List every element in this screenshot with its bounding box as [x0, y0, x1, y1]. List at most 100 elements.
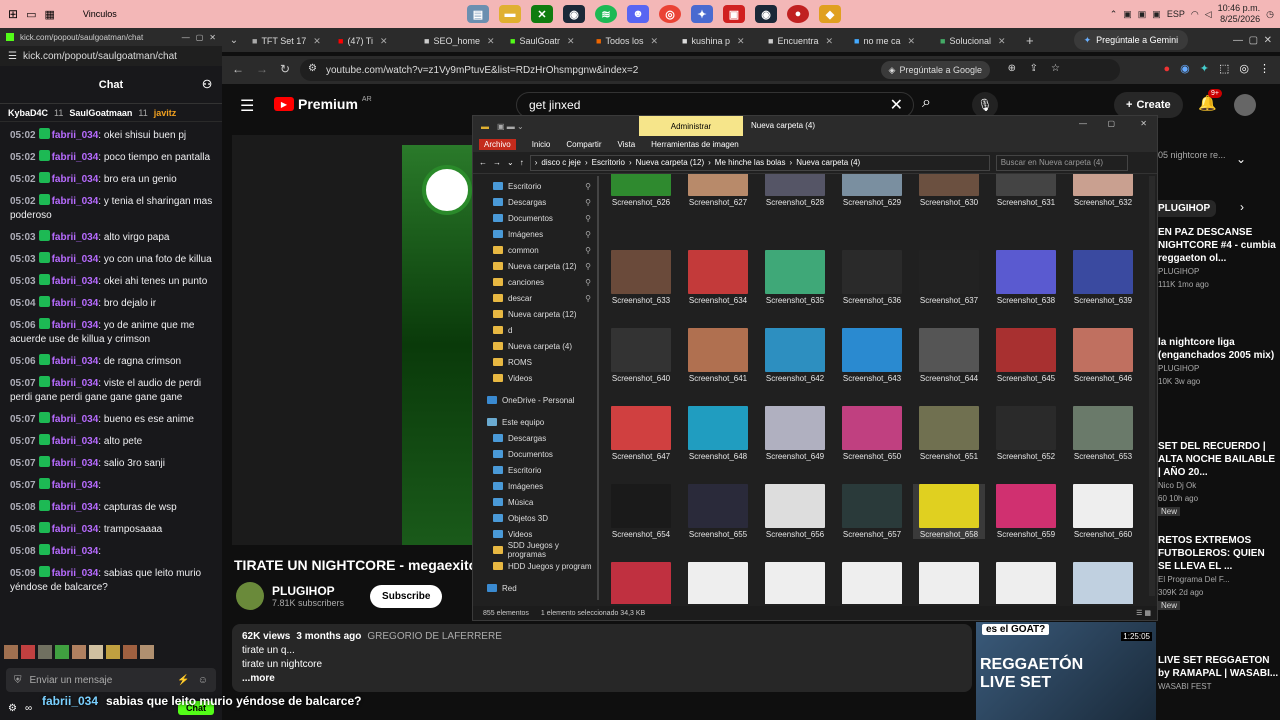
- folder-app-icon[interactable]: ▬: [499, 5, 521, 23]
- nav-item[interactable]: d: [473, 322, 597, 338]
- viewer-name[interactable]: KybaD4C: [8, 108, 48, 118]
- file-thumbnail[interactable]: Screenshot_628: [759, 174, 831, 207]
- emote[interactable]: [21, 645, 35, 659]
- tray-icon[interactable]: ▣: [1138, 9, 1147, 20]
- minimize-icon[interactable]: —: [182, 33, 190, 42]
- nav-item[interactable]: Este equipo: [473, 414, 597, 430]
- emoji-icon[interactable]: ☺: [198, 675, 208, 686]
- message-user[interactable]: fabrii_034: [52, 174, 99, 185]
- recommendation-thumbnail[interactable]: es el GOAT? 1:25:05 REGGAETÓN LIVE SET: [976, 622, 1156, 720]
- chat-input-box[interactable]: ⛨ Enviar un mensaje ⚡ ☺: [6, 668, 216, 692]
- subscribe-button[interactable]: Subscribe: [370, 584, 443, 608]
- message-user[interactable]: fabrii_034: [52, 502, 99, 513]
- recommendation-item[interactable]: EN PAZ DESCANSE NIGHTCORE #4 - cumbia re…: [1158, 226, 1280, 291]
- nav-item[interactable]: Documentos ⚲: [473, 210, 597, 226]
- commands-icon[interactable]: ⚡: [177, 675, 189, 686]
- nav-item[interactable]: Nueva carpeta (12) ⚲: [473, 258, 597, 274]
- file-thumbnail[interactable]: Screenshot_654: [605, 484, 677, 539]
- nav-item[interactable]: Escritorio: [473, 462, 597, 478]
- recommendation-item[interactable]: SET DEL RECUERDO | ALTA NOCHE BAILABLE |…: [1158, 440, 1280, 518]
- tray-icon[interactable]: ▣: [1152, 9, 1161, 20]
- search-icon[interactable]: ⌕: [922, 94, 931, 112]
- file-thumbnail[interactable]: Screenshot_634: [682, 250, 754, 305]
- file-thumbnail[interactable]: Screenshot_661: [605, 562, 677, 604]
- tab-close-icon[interactable]: ✕: [737, 36, 745, 47]
- discord-app-icon[interactable]: ☻: [627, 5, 649, 23]
- browser-tab[interactable]: ■ Solucional ✕: [934, 30, 1020, 52]
- explorer-search[interactable]: Buscar en Nueva carpeta (4): [995, 154, 1128, 171]
- tab-close-icon[interactable]: ✕: [487, 36, 495, 47]
- file-thumbnail[interactable]: Screenshot_657: [836, 484, 908, 539]
- nav-item[interactable]: Descargas ⚲: [473, 194, 597, 210]
- message-user[interactable]: fabrii_034: [52, 276, 99, 287]
- pin-icon[interactable]: ⚲: [585, 182, 591, 191]
- description-box[interactable]: 62K views 3 months ago GREGORIO DE LAFER…: [232, 624, 972, 692]
- extension-icon[interactable]: ◉: [1180, 62, 1190, 75]
- site-info-icon[interactable]: ☰: [8, 51, 17, 62]
- ribbon-tab[interactable]: Archivo: [479, 138, 516, 150]
- close-icon[interactable]: ✕: [209, 33, 216, 42]
- recommendation-item[interactable]: la nightcore liga (enganchados 2005 mix)…: [1158, 336, 1280, 388]
- browser-tab[interactable]: ■ TFT Set 17 ✕: [246, 30, 332, 52]
- nav-item[interactable]: Nueva carpeta (12): [473, 306, 597, 322]
- tab-close-icon[interactable]: ✕: [380, 36, 388, 47]
- tab-close-icon[interactable]: ✕: [907, 36, 915, 47]
- file-thumbnail[interactable]: Screenshot_641: [682, 328, 754, 383]
- site-info-icon[interactable]: ⚙: [308, 63, 317, 74]
- tray-icon[interactable]: ▣: [1123, 9, 1132, 20]
- file-thumbnail[interactable]: Screenshot_632: [1067, 174, 1139, 207]
- file-thumbnail[interactable]: Screenshot_640: [605, 328, 677, 383]
- file-thumbnail[interactable]: Screenshot_653: [1067, 406, 1139, 461]
- extension-icon[interactable]: ✦: [1200, 62, 1209, 75]
- file-thumbnail[interactable]: Screenshot_635: [759, 250, 831, 305]
- message-user[interactable]: fabrii_034: [52, 196, 99, 207]
- chrome-app-icon[interactable]: ◎: [659, 5, 681, 23]
- file-thumbnail[interactable]: Screenshot_663: [759, 562, 831, 604]
- menu-icon[interactable]: ⋮: [1259, 62, 1270, 75]
- popout-url[interactable]: kick.com/popout/saulgoatman/chat: [23, 51, 177, 62]
- file-thumbnail[interactable]: Screenshot_666: [990, 562, 1062, 604]
- ask-google-button[interactable]: ◈ Pregúntale a Google: [880, 61, 990, 79]
- message-user[interactable]: fabrii_034: [52, 298, 99, 309]
- pin-icon[interactable]: ⚲: [585, 278, 591, 287]
- file-thumbnail[interactable]: Screenshot_667: [1067, 562, 1139, 604]
- breadcrumb-item[interactable]: Nueva carpeta (4): [796, 158, 860, 167]
- browser-tab[interactable]: ■ no me ca ✕: [848, 30, 934, 52]
- close-icon[interactable]: ✕: [1140, 119, 1147, 128]
- file-thumbnail[interactable]: Screenshot_630: [913, 174, 985, 207]
- nav-item[interactable]: Imágenes: [473, 478, 597, 494]
- gemini-button[interactable]: ✦ Pregúntale a Gemini: [1073, 30, 1189, 50]
- extensions-icon[interactable]: ⬚: [1219, 62, 1229, 75]
- explorer-app-icon[interactable]: ▤: [467, 5, 489, 23]
- message-user[interactable]: fabrii_034: [52, 356, 99, 367]
- emote[interactable]: [123, 645, 137, 659]
- shield-icon[interactable]: ⛨: [14, 675, 22, 686]
- tab-close-icon[interactable]: ✕: [998, 36, 1006, 47]
- app-icon-yellow[interactable]: ◆: [819, 5, 841, 23]
- message-user[interactable]: fabrii_034: [52, 524, 99, 535]
- file-thumbnail[interactable]: Screenshot_665: [913, 562, 985, 604]
- pin-icon[interactable]: ⚲: [585, 262, 591, 271]
- emote[interactable]: [106, 645, 120, 659]
- xbox-app-icon[interactable]: ✕: [531, 5, 553, 23]
- top-recommendation[interactable]: 05 nightcore re...: [1158, 150, 1280, 160]
- browser-tab[interactable]: ■ (47) Ti ✕: [332, 30, 418, 52]
- message-user[interactable]: fabrii_034: [52, 378, 99, 389]
- nav-item[interactable]: Nueva carpeta (4): [473, 338, 597, 354]
- message-user[interactable]: fabrii_034: [52, 320, 99, 331]
- nav-item[interactable]: Imágenes ⚲: [473, 226, 597, 242]
- pin-icon[interactable]: ⚲: [585, 294, 591, 303]
- nav-item[interactable]: descar ⚲: [473, 290, 597, 306]
- steam-app-icon-2[interactable]: ◉: [755, 5, 777, 23]
- recommendation-item[interactable]: LIVE SET REGGAETON by RAMAPAL | WASABI..…: [1158, 654, 1280, 693]
- file-thumbnail[interactable]: Screenshot_626: [605, 174, 677, 207]
- file-thumbnail[interactable]: Screenshot_648: [682, 406, 754, 461]
- nav-item[interactable]: Red: [473, 580, 597, 596]
- windows-icon[interactable]: ⊞: [8, 7, 18, 21]
- file-thumbnail[interactable]: Screenshot_664: [836, 562, 908, 604]
- file-thumbnail[interactable]: Screenshot_659: [990, 484, 1062, 539]
- clear-search-icon[interactable]: ✕: [890, 95, 903, 115]
- browser-tab[interactable]: ■ Encuentra ✕: [762, 30, 848, 52]
- viewer-name[interactable]: javitz: [154, 108, 177, 118]
- nav-item[interactable]: HDD Juegos y program: [473, 558, 597, 574]
